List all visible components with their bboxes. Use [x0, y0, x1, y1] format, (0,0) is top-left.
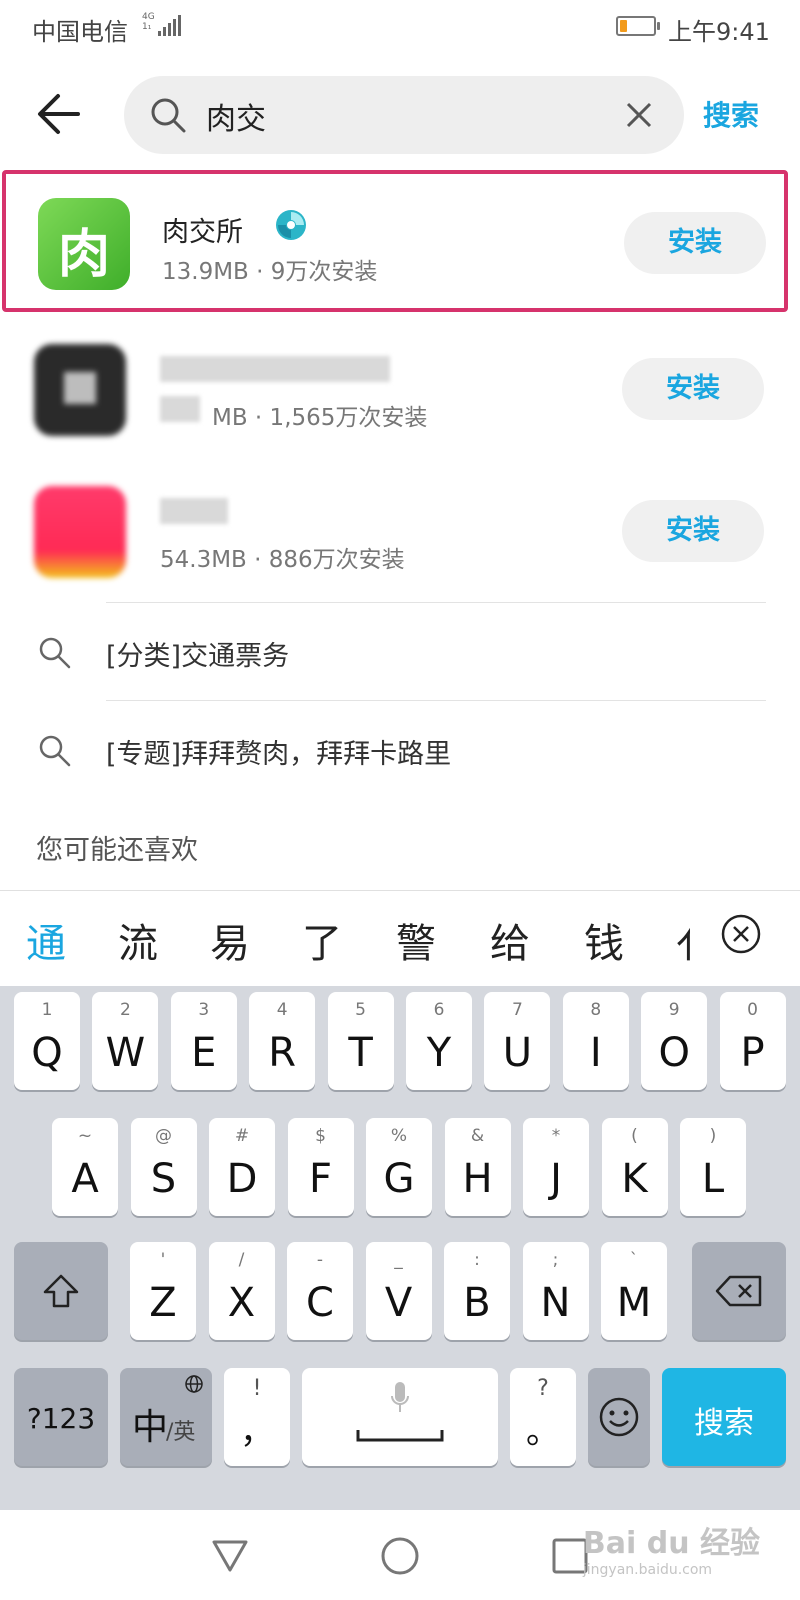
network-type: 4G 1₁ [142, 12, 155, 32]
key-v[interactable]: _ V [365, 1242, 432, 1340]
symbols-key[interactable]: ?123 [14, 1368, 108, 1466]
home-circle-icon[interactable] [378, 1534, 422, 1578]
key-x[interactable]: / X [208, 1242, 275, 1340]
signal-icon [158, 14, 182, 36]
install-button[interactable]: 安装 [622, 500, 764, 562]
app-icon-meat-exchange: 肉 [38, 198, 130, 290]
key-u[interactable]: 7U [484, 992, 551, 1090]
app-icon-blurred [34, 344, 126, 436]
key-c[interactable]: -C [287, 1242, 353, 1340]
app-meta: 54.3MB · 886万次安装 [160, 547, 405, 573]
candidate-word[interactable]: 了 [302, 911, 342, 969]
candidate-word[interactable]: 警 [396, 911, 436, 969]
period-key[interactable]: ? 。 [510, 1368, 576, 1466]
search-icon [39, 637, 71, 669]
install-button[interactable]: 安装 [624, 212, 766, 274]
key-k[interactable]: (K [601, 1118, 668, 1216]
enter-search-key[interactable]: 搜索 [662, 1368, 786, 1466]
key-w[interactable]: 2W [92, 992, 159, 1090]
comma-key[interactable]: ! ， [224, 1368, 290, 1466]
ime-candidate-bar: 通 流 易 了 警 给 钱 亻 [0, 890, 800, 986]
status-bar: 中国电信 4G 1₁ 上午9:41 [0, 0, 800, 56]
microphone-icon [391, 1382, 409, 1412]
key-d[interactable]: # D [209, 1118, 275, 1216]
section-title: 您可能还喜欢 [36, 835, 198, 866]
clear-icon[interactable] [620, 96, 658, 134]
app-meta: MB · 1,565万次安装 [212, 405, 428, 431]
keyboard: ?123 中 /英 ! ， ? 。 搜索 1Q2W3E4R5T6Y7U8I9O0… [0, 986, 800, 1510]
divider [106, 700, 766, 701]
candidate-word[interactable]: 易 [210, 911, 250, 969]
app-name-blurred [160, 396, 200, 422]
close-circle-icon[interactable] [720, 913, 762, 955]
candidate-word[interactable]: 通 [26, 911, 66, 969]
key-z[interactable]: ' Z [130, 1242, 196, 1340]
suggestion-text: [专题]拜拜赘肉，拜拜卡路里 [106, 739, 452, 770]
suggestion-item[interactable]: [专题]拜拜赘肉，拜拜卡路里 [0, 702, 800, 798]
key-q[interactable]: 1Q [14, 992, 80, 1090]
install-button[interactable]: 安装 [622, 358, 764, 420]
app-meta: 13.9MB · 9万次安装 [162, 259, 378, 285]
key-o[interactable]: 9O [641, 992, 708, 1090]
emoji-icon [599, 1397, 639, 1437]
search-bar: 肉交 搜索 [0, 72, 800, 156]
key-j[interactable]: * J [523, 1118, 589, 1216]
candidate-word[interactable]: 钱 [584, 911, 624, 969]
space-key[interactable] [302, 1368, 498, 1466]
watermark: Bai du 经验 jingyan.baidu.com [582, 1526, 760, 1578]
candidate-word[interactable]: 流 [118, 911, 158, 969]
app-result-row[interactable]: MB · 1,565万次安装 安装 [0, 316, 800, 458]
globe-icon [185, 1375, 203, 1393]
app-name: 肉交所 [162, 217, 243, 248]
verified-badge-icon [276, 210, 306, 240]
candidate-word[interactable]: 亻 [676, 911, 690, 969]
search-query[interactable]: 肉交 [206, 94, 266, 138]
search-button[interactable]: 搜索 [703, 94, 759, 134]
key-b[interactable]: :B [444, 1242, 510, 1340]
emoji-key[interactable] [588, 1368, 650, 1466]
search-icon [39, 735, 71, 767]
app-icon-blurred [34, 486, 126, 578]
space-bar-icon [356, 1430, 444, 1442]
language-switch-key[interactable]: 中 /英 [120, 1368, 212, 1466]
back-arrow-icon[interactable] [28, 82, 92, 146]
key-p[interactable]: 0P [719, 992, 786, 1090]
key-f[interactable]: $ F [287, 1118, 354, 1216]
back-triangle-icon[interactable] [208, 1534, 252, 1578]
key-g[interactable]: % G [366, 1118, 432, 1216]
key-l[interactable]: ) L [680, 1118, 746, 1216]
search-icon [151, 98, 186, 133]
clock: 上午9:41 [668, 18, 770, 46]
search-input[interactable]: 肉交 [124, 76, 684, 154]
shift-key[interactable] [14, 1242, 108, 1340]
key-a[interactable]: ~ A [52, 1118, 118, 1216]
key-e[interactable]: 3E [170, 992, 237, 1090]
key-m[interactable]: ` M [601, 1242, 667, 1340]
battery-icon [616, 16, 660, 36]
candidate-word[interactable]: 给 [490, 911, 530, 969]
suggestion-text: [分类]交通票务 [106, 641, 290, 672]
navigation-bar: Bai du 经验 jingyan.baidu.com [0, 1510, 800, 1600]
key-i[interactable]: 8I [562, 992, 629, 1090]
app-name-blurred [160, 498, 228, 524]
backspace-key[interactable] [692, 1242, 786, 1340]
divider [106, 602, 766, 603]
carrier-label: 中国电信 [32, 18, 128, 46]
key-r[interactable]: 4R [249, 992, 316, 1090]
key-n[interactable]: ; N [522, 1242, 589, 1340]
suggestion-item[interactable]: [分类]交通票务 [0, 604, 800, 700]
key-t[interactable]: 5T [327, 992, 394, 1090]
key-s[interactable]: @ S [130, 1118, 197, 1216]
key-h[interactable]: & H [444, 1118, 511, 1216]
app-result-row[interactable]: 54.3MB · 886万次安装 安装 [0, 458, 800, 600]
app-name-blurred [160, 356, 390, 382]
app-result-row[interactable]: 肉 肉交所 13.9MB · 9万次安装 安装 [2, 170, 788, 312]
key-y[interactable]: 6Y [406, 992, 472, 1090]
